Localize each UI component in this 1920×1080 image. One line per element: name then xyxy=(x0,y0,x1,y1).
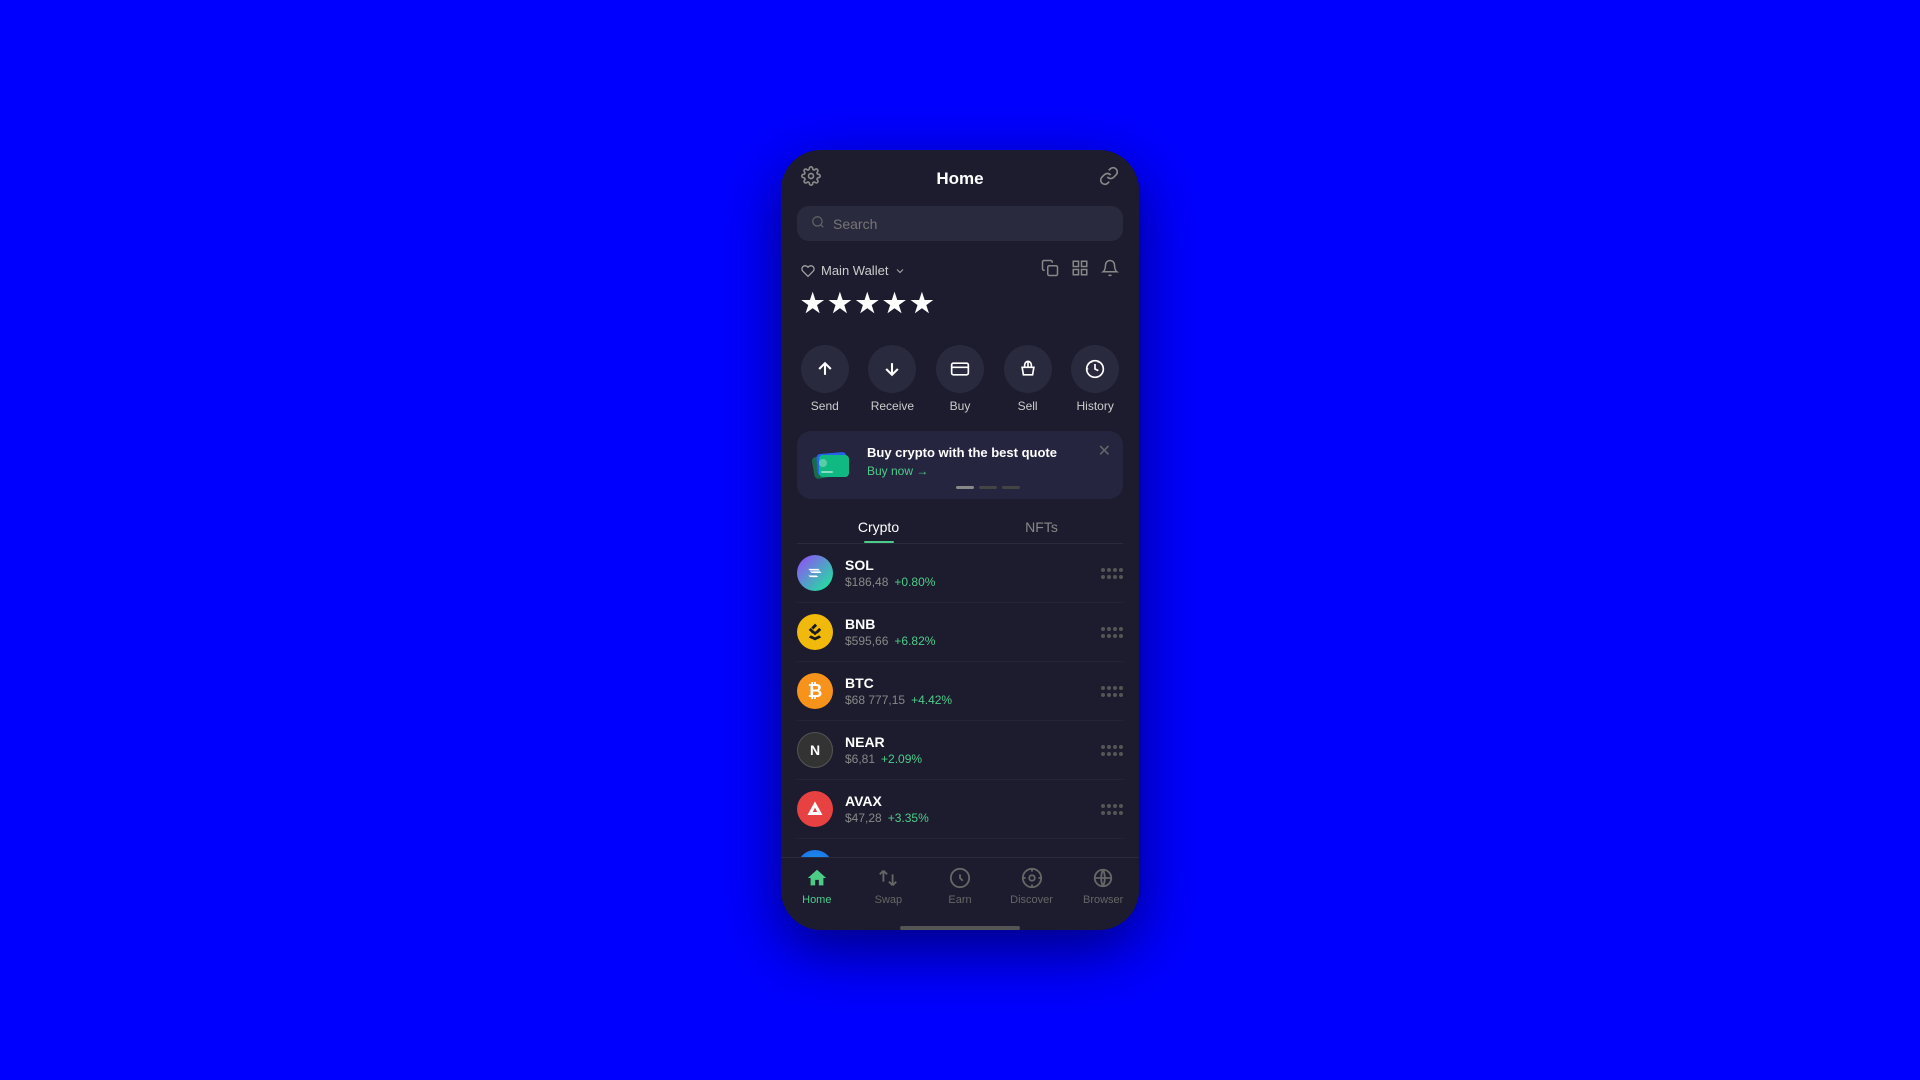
search-icon xyxy=(811,215,825,232)
browser-nav-label: Browser xyxy=(1083,894,1123,906)
action-buttons: Send Receive Buy Sell xyxy=(781,331,1139,427)
btc-logo: ₿ xyxy=(797,673,833,709)
discover-nav-icon xyxy=(1020,866,1044,890)
list-item[interactable]: SOL $186,48 +0.80% xyxy=(797,544,1123,603)
avax-chart xyxy=(1101,804,1123,815)
nav-earn[interactable]: Earn xyxy=(924,866,996,906)
list-item[interactable]: N NEAR $6,81 +2.09% xyxy=(797,721,1123,780)
list-item[interactable]: BNB $595,66 +6.82% xyxy=(797,603,1123,662)
bnb-logo xyxy=(797,614,833,650)
arrange-icon[interactable] xyxy=(1071,259,1089,282)
asset-tabs: Crypto NFTs xyxy=(797,509,1123,544)
bnb-chart xyxy=(1101,627,1123,638)
promo-dots xyxy=(867,486,1109,489)
nav-home[interactable]: Home xyxy=(781,866,853,906)
sol-chart xyxy=(1101,568,1123,579)
sell-icon xyxy=(1004,345,1052,393)
page-title: Home xyxy=(936,169,983,189)
promo-link[interactable]: Buy now → xyxy=(867,464,1109,478)
swap-nav-icon xyxy=(876,866,900,890)
list-item[interactable]: INJ xyxy=(797,839,1123,857)
receive-icon xyxy=(868,345,916,393)
home-nav-label: Home xyxy=(802,894,831,906)
search-bar[interactable] xyxy=(797,206,1123,241)
history-button[interactable]: History xyxy=(1071,345,1119,413)
sol-info: SOL $186,48 +0.80% xyxy=(845,557,1089,589)
wallet-name[interactable]: Main Wallet xyxy=(801,263,906,278)
copy-wallet-icon[interactable] xyxy=(1041,259,1059,282)
wallet-action-icons xyxy=(1041,259,1119,282)
home-indicator xyxy=(900,926,1020,930)
send-button[interactable]: Send xyxy=(801,345,849,413)
swap-nav-label: Swap xyxy=(875,894,903,906)
buy-button[interactable]: Buy xyxy=(936,345,984,413)
list-item[interactable]: ₿ BTC $68 777,15 +4.42% xyxy=(797,662,1123,721)
nav-swap[interactable]: Swap xyxy=(853,866,925,906)
bell-icon[interactable] xyxy=(1101,259,1119,282)
discover-nav-label: Discover xyxy=(1010,894,1053,906)
home-nav-icon xyxy=(805,866,829,890)
btc-info: BTC $68 777,15 +4.42% xyxy=(845,675,1089,707)
bottom-navigation: Home Swap Earn xyxy=(781,857,1139,922)
browser-nav-icon xyxy=(1091,866,1115,890)
sol-logo xyxy=(797,555,833,591)
wallet-balance: ★★★★★ xyxy=(801,288,1119,319)
search-input[interactable] xyxy=(833,216,1109,232)
promo-image xyxy=(811,445,855,489)
link-icon[interactable] xyxy=(1099,166,1119,192)
send-label: Send xyxy=(811,399,839,413)
sell-button[interactable]: Sell xyxy=(1004,345,1052,413)
phone-frame: Home Main Wallet xyxy=(781,150,1139,930)
settings-icon[interactable] xyxy=(801,166,821,192)
near-info: NEAR $6,81 +2.09% xyxy=(845,734,1089,766)
buy-icon xyxy=(936,345,984,393)
nav-discover[interactable]: Discover xyxy=(996,866,1068,906)
inj-logo xyxy=(797,850,833,857)
earn-nav-label: Earn xyxy=(948,894,971,906)
btc-chart xyxy=(1101,686,1123,697)
receive-label: Receive xyxy=(871,399,914,413)
sell-label: Sell xyxy=(1018,399,1038,413)
list-item[interactable]: AVAX $47,28 +3.35% xyxy=(797,780,1123,839)
nav-browser[interactable]: Browser xyxy=(1067,866,1139,906)
near-chart xyxy=(1101,745,1123,756)
crypto-list: SOL $186,48 +0.80% BNB $595,66 xyxy=(781,544,1139,857)
earn-nav-icon xyxy=(948,866,972,890)
avax-info: AVAX $47,28 +3.35% xyxy=(845,793,1089,825)
promo-close-button[interactable]: ✕ xyxy=(1098,441,1111,461)
app-header: Home xyxy=(781,150,1139,202)
near-logo: N xyxy=(797,732,833,768)
buy-label: Buy xyxy=(950,399,971,413)
promo-title: Buy crypto with the best quote xyxy=(867,445,1109,460)
send-icon xyxy=(801,345,849,393)
bnb-info: BNB $595,66 +6.82% xyxy=(845,616,1089,648)
tab-nfts[interactable]: NFTs xyxy=(960,509,1123,543)
promo-banner: Buy crypto with the best quote Buy now →… xyxy=(797,431,1123,499)
history-label: History xyxy=(1077,399,1114,413)
receive-button[interactable]: Receive xyxy=(868,345,916,413)
promo-content: Buy crypto with the best quote Buy now → xyxy=(867,445,1109,489)
history-icon xyxy=(1071,345,1119,393)
tab-crypto[interactable]: Crypto xyxy=(797,509,960,543)
avax-logo xyxy=(797,791,833,827)
wallet-section: Main Wallet xyxy=(781,251,1139,331)
